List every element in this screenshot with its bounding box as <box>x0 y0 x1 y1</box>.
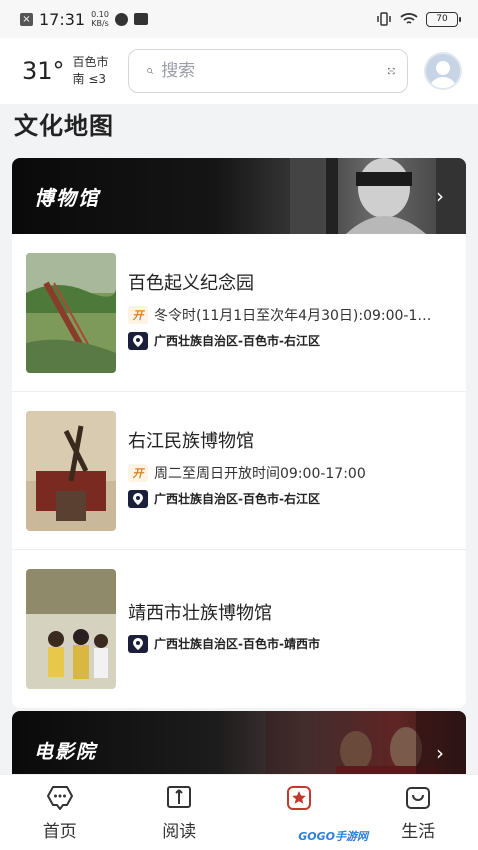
chevron-right-icon: › <box>436 184 444 208</box>
battery-indicator: 70 <box>426 11 461 27</box>
venue-address: 广西壮族自治区-百色市-右江区 <box>154 492 320 506</box>
network-speed: 0.10 KB/s <box>91 10 109 28</box>
user-icon <box>430 61 456 88</box>
star-badge-icon <box>286 786 311 810</box>
chevron-right-icon: › <box>436 741 444 765</box>
book-icon <box>167 786 192 808</box>
watermark: GOGO手游网 <box>298 830 368 843</box>
venue-thumbnail <box>26 569 116 689</box>
nav-life[interactable]: 生活 <box>359 775 478 850</box>
app-notification-icon <box>114 12 128 26</box>
vibrate-icon <box>377 12 391 26</box>
venue-name: 靖西市壮族博物馆 <box>128 602 272 624</box>
venue-address: 广西壮族自治区-百色市-靖西市 <box>154 637 320 651</box>
open-hours-icon: 开 <box>128 305 148 324</box>
nav-label: 生活 <box>401 822 436 842</box>
nav-home[interactable]: 首页 <box>0 775 120 850</box>
page-title: 文化地图 <box>14 112 114 140</box>
location-pin-icon <box>128 634 148 653</box>
venue-address: 广西壮族自治区-百色市-右江区 <box>154 334 320 348</box>
venue-thumbnail <box>26 410 116 531</box>
location-pin-icon <box>128 331 148 350</box>
museum-card: 博物馆 › 百色起义纪念园 开 冬令时(11月1日至次年4月30日):09:00… <box>12 158 466 708</box>
nav-read[interactable]: 阅读 <box>120 775 240 850</box>
scan-icon[interactable] <box>388 60 395 82</box>
museum-banner[interactable]: 博物馆 › <box>12 158 466 234</box>
gallery-notification-icon <box>133 13 148 25</box>
wifi-icon <box>400 13 418 24</box>
cinema-banner[interactable]: 电影院 › <box>12 711 466 781</box>
venue-item[interactable]: 右江民族博物馆 开 周二至周日开放时间09:00-17:00 广西壮族自治区-百… <box>12 392 466 550</box>
venue-item[interactable]: 靖西市壮族博物馆 广西壮族自治区-百色市-靖西市 <box>12 550 466 708</box>
venue-hours: 周二至周日开放时间09:00-17:00 <box>154 465 366 482</box>
nav-label: 阅读 <box>162 822 197 842</box>
venue-item[interactable]: 百色起义纪念园 开 冬令时(11月1日至次年4月30日):09:00-1… 广西… <box>12 234 466 392</box>
avatar[interactable] <box>424 52 462 90</box>
nav-label: 首页 <box>42 822 77 842</box>
temperature: 31° <box>22 57 65 85</box>
venue-hours: 冬令时(11月1日至次年4月30日):09:00-1… <box>154 307 432 324</box>
venue-name: 右江民族博物馆 <box>128 430 254 452</box>
cinema-section-title: 电影院 <box>34 741 98 763</box>
top-header: 31° 百色市 南 ≤3 <box>0 38 478 104</box>
status-time: 17:31 <box>39 9 86 29</box>
museum-section-title: 博物馆 <box>34 185 100 210</box>
bottom-navigation: 首页 阅读 生活 GOGO手游网 <box>0 774 478 850</box>
city-name: 百色市 <box>72 55 109 69</box>
search-bar[interactable] <box>128 49 408 93</box>
bag-icon <box>406 787 431 809</box>
search-icon <box>147 68 153 74</box>
weather-widget[interactable]: 31° 百色市 南 ≤3 <box>22 54 124 88</box>
home-chat-icon <box>46 786 73 810</box>
venue-name: 百色起义纪念园 <box>128 272 254 294</box>
location-pin-icon <box>128 489 148 508</box>
venue-thumbnail <box>26 252 116 373</box>
wind-info: 南 ≤3 <box>72 72 107 86</box>
search-input[interactable] <box>161 61 381 81</box>
open-hours-icon: 开 <box>128 463 148 482</box>
notification-icon: × <box>20 12 33 26</box>
status-bar: × 17:31 0.10 KB/s 70 <box>0 0 478 38</box>
